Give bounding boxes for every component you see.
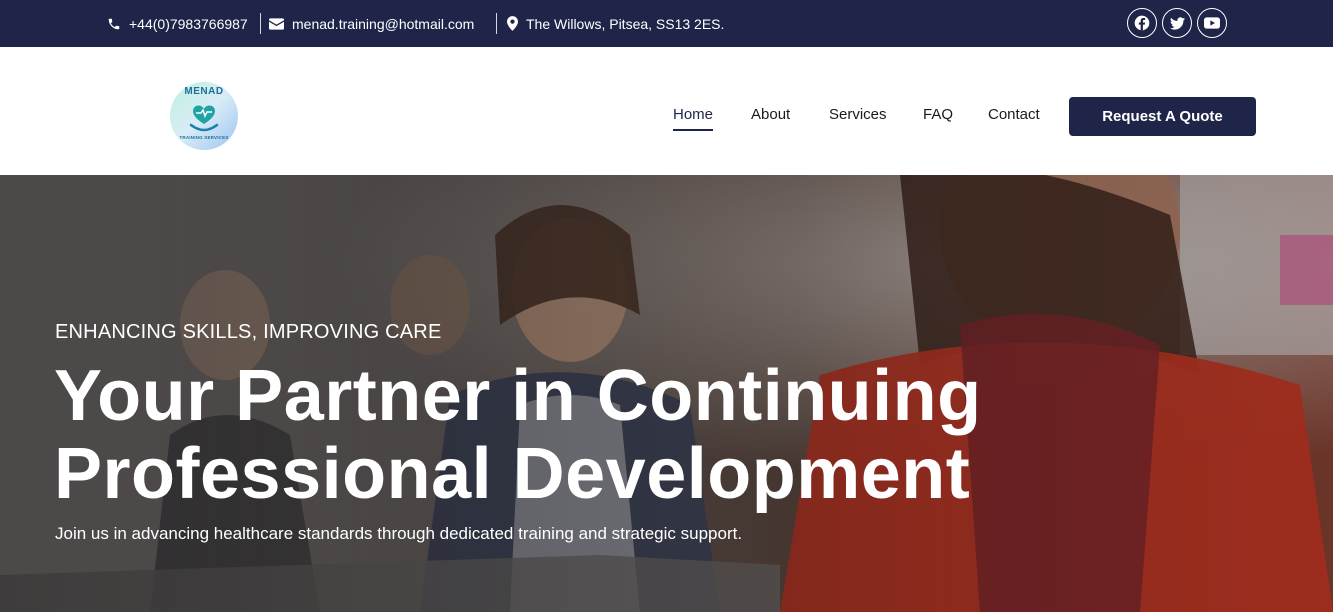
email-contact[interactable]: menad.training@hotmail.com [269, 0, 474, 47]
top-bar: +44(0)7983766987 menad.training@hotmail.… [0, 0, 1333, 47]
address-contact: The Willows, Pitsea, SS13 2ES. [507, 0, 724, 47]
hero-eyebrow: ENHANCING SKILLS, IMPROVING CARE [55, 321, 442, 343]
logo-brand-text: MENAD [184, 86, 224, 97]
phone-number[interactable]: +44(0)7983766987 [129, 16, 248, 32]
site-logo[interactable]: MENAD TRAINING SERVICES [169, 81, 239, 151]
hero-section: ENHANCING SKILLS, IMPROVING CARE Your Pa… [0, 175, 1333, 612]
site-header: MENAD TRAINING SERVICES Home About Servi… [0, 47, 1333, 175]
nav-faq[interactable]: FAQ [923, 106, 953, 123]
nav-about[interactable]: About [751, 106, 790, 123]
twitter-link[interactable] [1162, 8, 1192, 38]
youtube-link[interactable] [1197, 8, 1227, 38]
nav-home[interactable]: Home [673, 106, 714, 131]
youtube-icon [1204, 17, 1220, 29]
envelope-icon [269, 17, 284, 30]
divider [496, 13, 497, 34]
divider [260, 13, 261, 34]
logo-tagline-text: TRAINING SERVICES [179, 135, 229, 140]
active-nav-indicator [673, 129, 714, 131]
nav-contact[interactable]: Contact [988, 106, 1040, 123]
request-quote-button[interactable]: Request A Quote [1069, 97, 1256, 136]
phone-icon [108, 18, 120, 29]
hero-title-line-2: Professional Development [54, 434, 971, 514]
hero-title-line-1: Your Partner in Continuing [54, 356, 982, 436]
twitter-icon [1169, 16, 1185, 30]
map-pin-icon [507, 16, 518, 31]
phone-contact[interactable]: +44(0)7983766987 [107, 0, 248, 47]
hero-title: Your Partner in Continuing Professional … [54, 357, 1154, 513]
nav-services[interactable]: Services [829, 106, 887, 123]
nav-home-label: Home [673, 106, 714, 123]
facebook-icon [1134, 15, 1150, 31]
address-text: The Willows, Pitsea, SS13 2ES. [526, 15, 725, 32]
facebook-link[interactable] [1127, 8, 1157, 38]
hero-subtitle: Join us in advancing healthcare standard… [55, 524, 743, 543]
email-address[interactable]: menad.training@hotmail.com [292, 16, 474, 32]
